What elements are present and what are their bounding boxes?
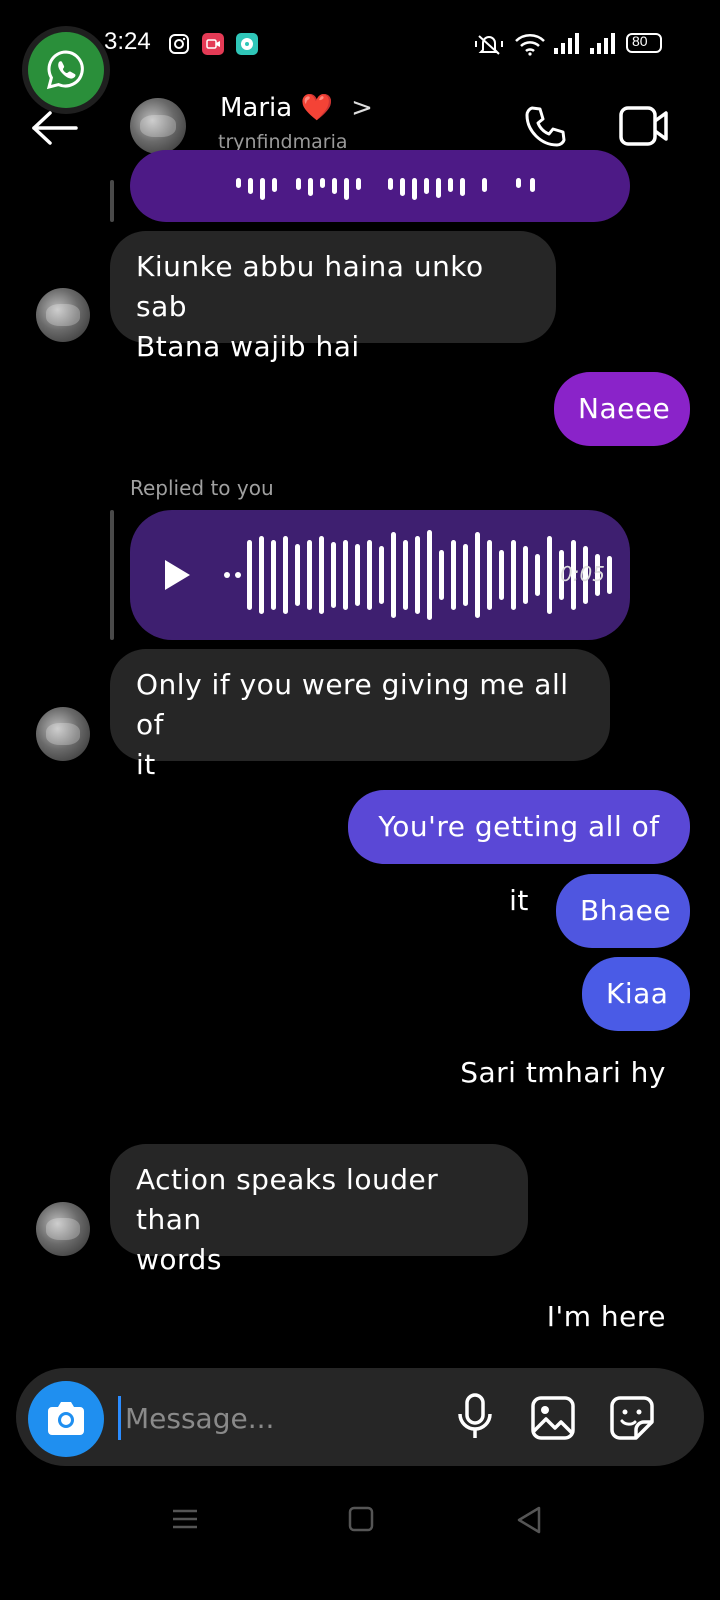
camera-button[interactable]: [28, 1381, 104, 1457]
status-time: 3:24: [104, 28, 151, 55]
voice-message[interactable]: 0:05: [130, 510, 630, 640]
incoming-message[interactable]: Action speaks louder than words: [110, 1144, 528, 1276]
phone-icon[interactable]: [522, 104, 568, 150]
message-text: Kiaa: [606, 977, 669, 1010]
signal-icon: [590, 33, 615, 54]
contact-name[interactable]: Maria ❤️ >: [220, 93, 373, 123]
outgoing-message[interactable]: Bhaee: [556, 874, 690, 948]
incoming-message[interactable]: Only if you were giving me all of it: [110, 649, 610, 781]
contact-name-text: Maria: [220, 93, 293, 123]
screen-record-icon: [202, 33, 224, 55]
contact-avatar-small[interactable]: [36, 707, 90, 761]
home-square-icon[interactable]: [348, 1506, 374, 1532]
whatsapp-icon: [46, 50, 84, 90]
outgoing-plain-message[interactable]: Sari tmhari hy: [460, 1056, 666, 1089]
message-line: it: [136, 748, 156, 781]
message-line: Action speaks louder than: [136, 1163, 439, 1236]
back-arrow-icon[interactable]: [30, 108, 80, 148]
battery-icon: 80: [626, 33, 662, 53]
message-line: words: [136, 1243, 222, 1276]
outgoing-message[interactable]: You're getting all of it: [348, 790, 690, 917]
message-input[interactable]: [118, 1396, 438, 1440]
chat-app-icon: [236, 33, 258, 55]
message-line: Btana wajib hai: [136, 330, 360, 363]
gallery-icon[interactable]: [530, 1395, 576, 1441]
contact-avatar-small[interactable]: [36, 1202, 90, 1256]
menu-icon[interactable]: [172, 1506, 198, 1532]
message-line: Only if you were giving me all of: [136, 668, 569, 741]
sticker-icon[interactable]: [608, 1394, 656, 1442]
voice-duration: 0:05: [560, 562, 605, 586]
message-text: Naeee: [578, 392, 671, 425]
reply-indicator-bar: [110, 510, 114, 640]
microphone-icon[interactable]: [456, 1392, 494, 1442]
camera-icon: [48, 1402, 84, 1435]
play-icon[interactable]: [162, 558, 192, 592]
wifi-icon: [515, 34, 545, 56]
back-triangle-icon[interactable]: [516, 1506, 542, 1534]
chevron-right-icon: >: [351, 93, 373, 123]
instagram-icon: [169, 34, 189, 54]
heart-emoji: ❤️: [300, 93, 333, 123]
message-text: Bhaee: [580, 894, 672, 927]
outgoing-message[interactable]: Naeee: [554, 372, 690, 446]
message-line: Kiunke abbu haina unko sab: [136, 250, 484, 323]
incoming-message[interactable]: Kiunke abbu haina unko sab Btana wajib h…: [110, 231, 556, 363]
signal-icon: [554, 33, 579, 54]
contact-avatar[interactable]: [130, 98, 186, 154]
video-camera-icon[interactable]: [618, 104, 670, 148]
voice-message-partial[interactable]: [130, 150, 630, 222]
replied-to-label: Replied to you: [130, 476, 274, 500]
silent-icon: [475, 35, 503, 55]
battery-level: 80: [632, 33, 648, 49]
reply-indicator-bar: [110, 180, 114, 222]
contact-avatar-small[interactable]: [36, 288, 90, 342]
whatsapp-floating-bubble[interactable]: [22, 26, 110, 114]
outgoing-plain-message[interactable]: I'm here: [547, 1300, 666, 1333]
outgoing-message[interactable]: Kiaa: [582, 957, 690, 1031]
